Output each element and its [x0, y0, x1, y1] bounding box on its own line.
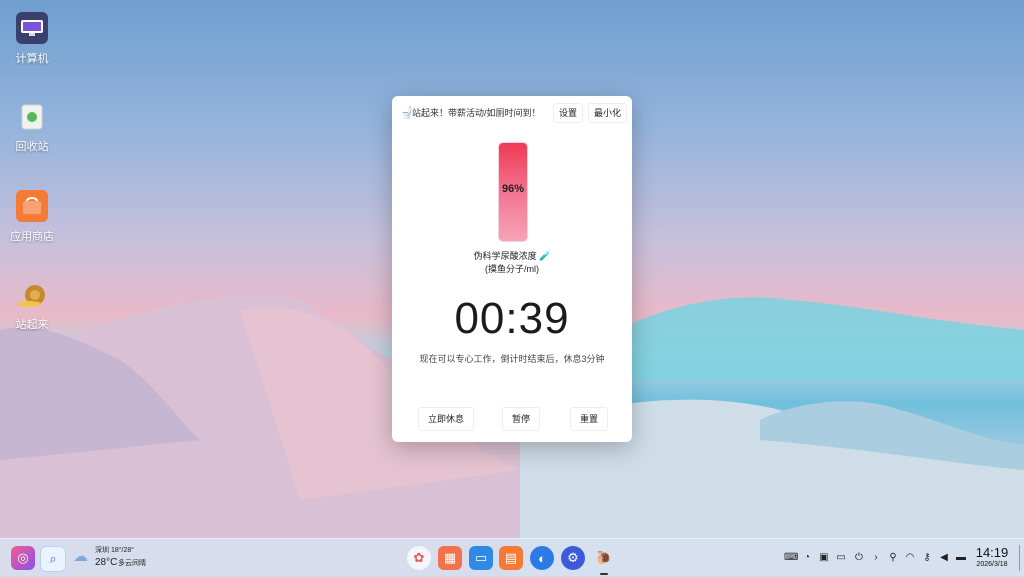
clock-date: 2026/3/18	[976, 561, 1008, 568]
volume-icon[interactable]: ◀	[938, 552, 950, 564]
tube-percent: 96%	[501, 183, 525, 195]
usb-icon[interactable]: ⚲	[887, 552, 899, 564]
weather-city: 深圳 18°/28°	[95, 547, 135, 554]
cloudy-icon: ☁	[73, 548, 88, 565]
settings-button[interactable]: 设置	[553, 103, 584, 123]
computer-icon	[16, 12, 48, 44]
snail-tray-icon[interactable]: ◔	[801, 552, 813, 564]
browser-icon[interactable]: ◐	[530, 546, 554, 570]
desktop-icon-zhanqilai[interactable]: 站起来	[0, 278, 64, 332]
test-tube-icon: 🧪	[539, 251, 551, 261]
concentration-caption: 伪科学尿酸浓度 🧪 (摸鱼分子/ml)	[392, 250, 632, 276]
app-store-icon	[16, 190, 48, 222]
reset-button[interactable]: 重置	[570, 407, 609, 431]
minimize-button[interactable]: 最小化	[588, 103, 628, 123]
search-icon[interactable]: ⌕	[40, 546, 66, 572]
countdown-timer: 00:39	[454, 294, 570, 343]
power-icon[interactable]: ⏻	[853, 552, 865, 564]
multitask-view-icon[interactable]: ✿	[407, 546, 431, 570]
app-store-icon[interactable]: ▤	[499, 546, 523, 570]
clipboard-icon[interactable]: ▣	[818, 552, 830, 564]
key-icon[interactable]: ⚷	[921, 552, 933, 564]
window-title: 站起来！带薪活动/如厕时间到！	[412, 108, 541, 118]
launcher-icon[interactable]: ◎	[11, 546, 35, 570]
weather-temp: 28°C	[95, 557, 118, 568]
snail-icon	[16, 278, 48, 310]
file-manager-icon[interactable]: ▭	[469, 546, 493, 570]
rest-now-button[interactable]: 立即休息	[418, 407, 475, 431]
weather-condition: 多云间晴	[118, 560, 146, 567]
concentration-tube: 96%	[498, 142, 528, 242]
show-desktop-divider[interactable]	[1019, 545, 1020, 571]
window-titlebar: 🚽 站起来！带薪活动/如厕时间到！ 设置 最小化	[392, 96, 632, 128]
settings-gear-icon[interactable]: ⚙	[561, 546, 585, 570]
timer-hint: 现在可以专心工作，倒计时结束后，休息3分钟	[419, 354, 605, 364]
snail-app-icon[interactable]: 🐌	[592, 546, 616, 570]
concentration-label: 伪科学尿酸浓度	[473, 251, 537, 261]
forward-icon[interactable]: ›	[870, 552, 882, 564]
app-grid-icon[interactable]: ▦	[438, 546, 462, 570]
wifi-icon[interactable]: ◠	[904, 552, 916, 564]
battery-icon[interactable]: ▭	[835, 552, 847, 564]
clock-time: 14:19	[975, 545, 1009, 560]
desktop-icon-trash[interactable]: 回收站	[0, 100, 64, 154]
trash-icon	[16, 100, 48, 132]
taskbar: ◎ ⌕ ☁ 深圳 18°/28° 28°C 多云间晴 ✿ ▦ ▭ ▤ ◐ ⚙ 🐌…	[0, 538, 1024, 577]
active-indicator	[600, 573, 608, 575]
pause-button[interactable]: 暂停	[502, 407, 541, 431]
desktop-icon-app-store[interactable]: 应用商店	[0, 190, 64, 244]
clock[interactable]: 14:19 2026/3/18	[966, 545, 1018, 568]
concentration-unit: (摸鱼分子/ml)	[485, 264, 539, 274]
desktop-icon-computer[interactable]: 计算机	[0, 12, 64, 66]
keyboard-icon[interactable]: ⌨	[784, 552, 798, 564]
